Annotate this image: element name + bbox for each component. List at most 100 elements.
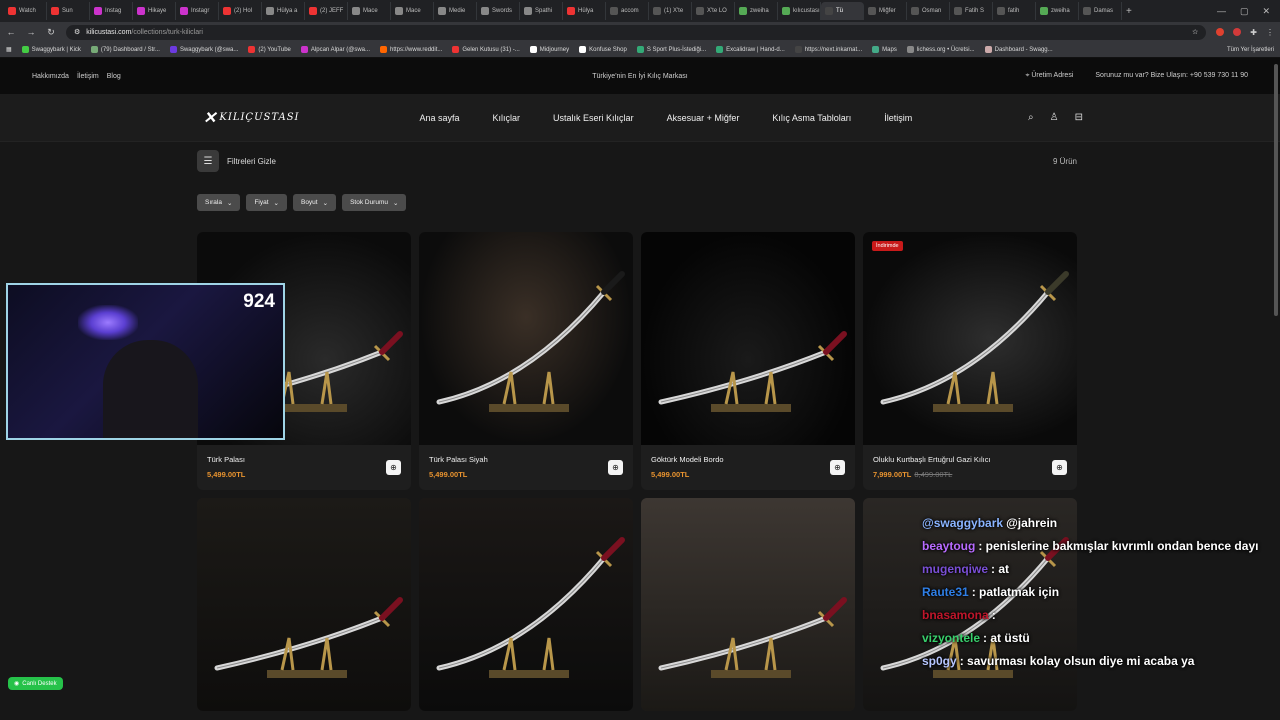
product-name[interactable]: Türk Palası Siyah: [429, 455, 623, 464]
reload-icon[interactable]: ↻: [46, 27, 56, 38]
bookmark-item[interactable]: (2) YouTube: [248, 46, 291, 53]
browser-tab[interactable]: Watch: [4, 2, 47, 20]
menu-item[interactable]: Ana sayfa: [420, 113, 460, 123]
browser-tab[interactable]: Hikaye: [133, 2, 176, 20]
browser-tab[interactable]: fatih: [993, 2, 1036, 20]
browser-tab[interactable]: Swords: [477, 2, 520, 20]
url-field[interactable]: ⚙ kilicustasi.com/collections/turk-kilic…: [66, 24, 1207, 40]
bookmark-item[interactable]: https://www.reddit...: [380, 46, 442, 53]
browser-tab[interactable]: zweiha: [1036, 2, 1079, 20]
browser-tab[interactable]: Sun: [47, 2, 90, 20]
product-card[interactable]: [197, 498, 411, 711]
bookmark-item[interactable]: Excalidraw | Hand-d...: [716, 46, 785, 53]
bookmark-item[interactable]: Swaggybark | Kick: [21, 46, 81, 53]
menu-item[interactable]: Kılıç Asma Tabloları: [772, 113, 851, 123]
production-address-link[interactable]: ⌖ Üretim Adresi: [1025, 72, 1073, 80]
product-image[interactable]: [641, 498, 855, 711]
browser-tab[interactable]: Hülya a: [262, 2, 305, 20]
browser-tab[interactable]: Osman: [907, 2, 950, 20]
product-card[interactable]: [641, 498, 855, 711]
menu-item[interactable]: Aksesuar + Miğfer: [667, 113, 740, 123]
live-support-button[interactable]: ◉ Canlı Destek: [8, 677, 63, 690]
menu-item[interactable]: Ustalık Eseri Kılıçlar: [553, 113, 634, 123]
filter-chip[interactable]: Stok Durumu ⌄: [342, 194, 407, 211]
bookmark-item[interactable]: Konfuse Shop: [579, 46, 627, 53]
menu-item[interactable]: İletişim: [884, 113, 912, 123]
top-link[interactable]: Blog: [107, 73, 121, 80]
back-icon[interactable]: ←: [6, 27, 16, 37]
bookmark-item[interactable]: Maps: [872, 46, 897, 53]
browser-tab[interactable]: Instag: [90, 2, 133, 20]
scrollbar[interactable]: [1274, 64, 1278, 316]
filter-toggle-label[interactable]: Filtreleri Gizle: [227, 157, 276, 166]
product-name[interactable]: Türk Palası: [207, 455, 401, 464]
browser-tab[interactable]: Mace: [391, 2, 434, 20]
browser-tab[interactable]: Damas: [1079, 2, 1122, 20]
browser-tab[interactable]: X'te LO: [692, 2, 735, 20]
browser-tab[interactable]: (2) Hol: [219, 2, 262, 20]
browser-tab[interactable]: zweiha: [735, 2, 778, 20]
bookmark-star-icon[interactable]: ☆: [1192, 28, 1198, 36]
browser-tab[interactable]: Mace: [348, 2, 391, 20]
bookmark-item[interactable]: Dashboard - Swagg...: [984, 46, 1053, 53]
bookmark-item[interactable]: S Sport Plus-İstediği...: [636, 46, 706, 53]
add-to-cart-icon[interactable]: ⊕: [608, 460, 623, 475]
close-icon[interactable]: ✕: [1262, 6, 1270, 17]
site-info-icon[interactable]: ⚙: [74, 28, 80, 36]
apps-icon[interactable]: ▦: [6, 46, 12, 53]
bookmark-item[interactable]: lichess.org • Ücretsi...: [906, 46, 975, 53]
filter-chip[interactable]: Fiyat ⌄: [246, 194, 287, 211]
product-card[interactable]: İndirimde Oluklu Kurtbaşlı Ertuğrul Gazi …: [863, 232, 1077, 490]
menu-icon[interactable]: ⋮: [1266, 28, 1274, 37]
forward-icon[interactable]: →: [26, 27, 36, 37]
bookmark-item[interactable]: Swaggybark (@swa...: [169, 46, 238, 53]
maximize-icon[interactable]: ▢: [1240, 6, 1249, 17]
bookmark-item[interactable]: https://next.inkarnat...: [794, 46, 862, 53]
browser-tab[interactable]: accom: [606, 2, 649, 20]
add-to-cart-icon[interactable]: ⊕: [386, 460, 401, 475]
bookmark-item[interactable]: Midjourney: [529, 46, 569, 53]
browser-tab[interactable]: Miğfer: [864, 2, 907, 20]
filter-toggle-icon[interactable]: ☰: [197, 150, 219, 172]
browser-tab[interactable]: kılıcustası: [778, 2, 821, 20]
product-name[interactable]: Göktürk Modeli Bordo: [651, 455, 845, 464]
browser-tab[interactable]: Hülya: [563, 2, 606, 20]
browser-tab[interactable]: (1) X'te: [649, 2, 692, 20]
bookmark-item[interactable]: Alpcan Alpar (@swa...: [300, 46, 370, 53]
filter-chip[interactable]: Sırala ⌄: [197, 194, 241, 211]
browser-tab[interactable]: Spathi: [520, 2, 563, 20]
menu-item[interactable]: Kılıçlar: [493, 113, 521, 123]
cart-icon[interactable]: ⊟: [1075, 112, 1083, 123]
product-price: 7,999.00TL: [873, 470, 912, 479]
product-image[interactable]: [419, 232, 633, 445]
minimize-icon[interactable]: —: [1217, 6, 1226, 17]
bookmark-item[interactable]: Gelen Kutusu (31) -...: [452, 46, 520, 53]
extension-icon[interactable]: [1233, 28, 1242, 36]
add-to-cart-icon[interactable]: ⊕: [830, 460, 845, 475]
product-image[interactable]: İndirimde: [863, 232, 1077, 445]
all-bookmarks-folder[interactable]: Tüm Yer İşaretleri: [1227, 47, 1274, 53]
browser-tab[interactable]: Fatih S: [950, 2, 993, 20]
product-image[interactable]: [419, 498, 633, 711]
add-to-cart-icon[interactable]: ⊕: [1052, 460, 1067, 475]
top-link[interactable]: İletişim: [77, 73, 99, 80]
search-icon[interactable]: ⌕: [1028, 112, 1034, 123]
account-icon[interactable]: ♙: [1050, 112, 1059, 123]
bookmark-item[interactable]: (79) Dashboard / Str...: [90, 46, 160, 53]
site-logo[interactable]: ✕ KILIÇUSTASI: [203, 108, 300, 127]
product-card[interactable]: [419, 498, 633, 711]
product-image[interactable]: [641, 232, 855, 445]
browser-tab[interactable]: Instagr: [176, 2, 219, 20]
puzzle-icon[interactable]: ✚: [1250, 28, 1257, 37]
product-card[interactable]: Göktürk Modeli Bordo 5,499.00TL ⊕: [641, 232, 855, 490]
product-name[interactable]: Oluklu Kurtbaşlı Ertuğrul Gazi Kılıcı: [873, 455, 1067, 464]
browser-tab[interactable]: Tü: [821, 2, 864, 20]
top-link[interactable]: Hakkımızda: [32, 73, 69, 80]
new-tab-icon[interactable]: +: [1126, 6, 1132, 17]
filter-chip[interactable]: Boyut ⌄: [292, 194, 337, 211]
extension-icon[interactable]: [1216, 28, 1225, 36]
browser-tab[interactable]: (2) JEFF: [305, 2, 348, 20]
product-image[interactable]: [197, 498, 411, 711]
product-card[interactable]: Türk Palası Siyah 5,499.00TL ⊕: [419, 232, 633, 490]
browser-tab[interactable]: Medie: [434, 2, 477, 20]
